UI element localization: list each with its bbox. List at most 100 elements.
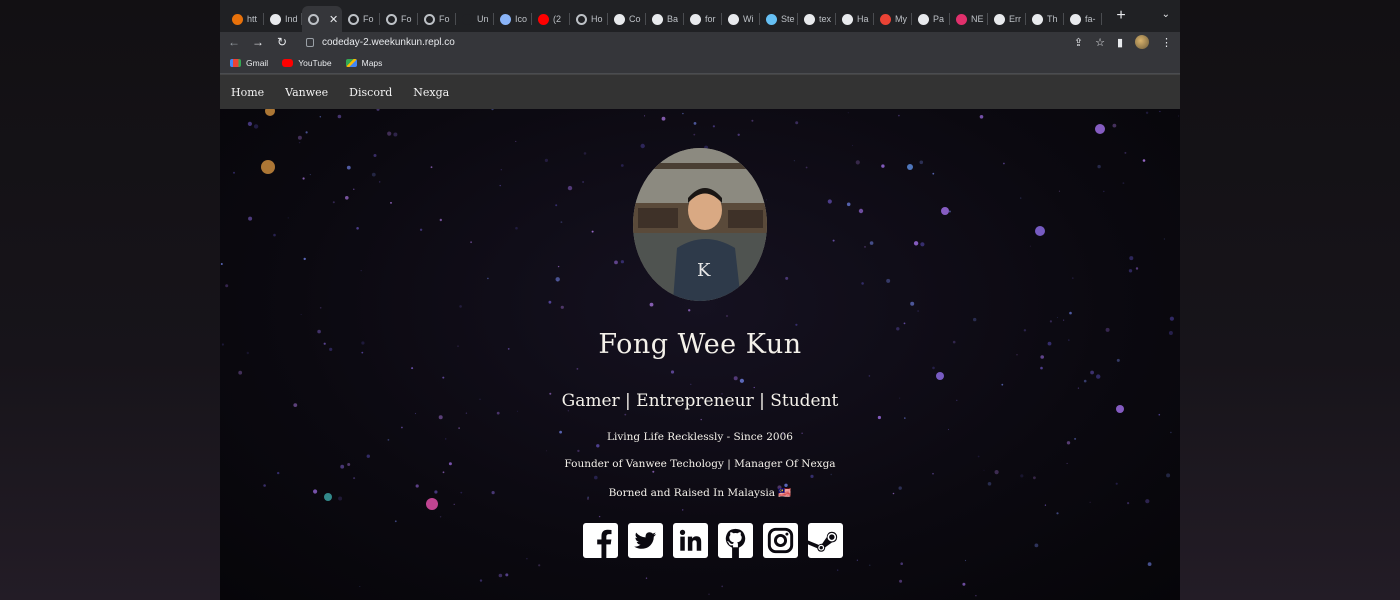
browser-tab[interactable]: Ste <box>760 6 798 32</box>
bookmark-gmail[interactable]: Gmail <box>230 58 268 68</box>
browser-tab[interactable]: Co <box>608 6 646 32</box>
forward-icon[interactable]: → <box>252 35 264 49</box>
nav-nexga[interactable]: Nexga <box>413 86 449 99</box>
tab-strip: htt Ind ✕ Fo Fo Fo Un Ico (2 Ho Co Ba for Wi Ste tex Ha M… <box>220 0 1180 32</box>
tab-label: Co <box>629 14 641 24</box>
tab-label: Pa <box>933 14 945 24</box>
tab-label: Ico <box>515 14 528 24</box>
browser-tab[interactable]: tex <box>798 6 836 32</box>
browser-tab[interactable]: (2 <box>532 6 570 32</box>
replit-icon <box>270 13 281 25</box>
sound-icon <box>232 13 243 25</box>
bookmark-youtube[interactable]: YouTube <box>282 57 332 68</box>
profile-photo: K <box>633 148 767 301</box>
browser-tab[interactable]: Un <box>456 6 494 32</box>
browser-tab[interactable]: Ico <box>494 6 532 32</box>
flag-icon <box>1070 13 1081 25</box>
back-icon[interactable]: ← <box>228 35 240 49</box>
maps-icon <box>345 58 357 67</box>
tab-close-icon[interactable]: ✕ <box>329 13 338 26</box>
menu-kebab-icon[interactable]: ⋮ <box>1161 36 1172 49</box>
instagram-icon[interactable] <box>763 523 798 558</box>
globe-icon <box>576 13 587 25</box>
social-links <box>583 523 843 558</box>
tab-label: Un <box>477 14 489 24</box>
browser-tab[interactable]: Wi <box>722 6 760 32</box>
new-tab-button[interactable]: + <box>1110 7 1132 25</box>
google-icon <box>690 13 701 25</box>
browser-tab[interactable]: Ba <box>646 6 684 32</box>
browser-tab[interactable]: NE <box>950 6 988 32</box>
twitter-icon[interactable] <box>628 523 663 558</box>
globe-icon <box>348 13 359 25</box>
browser-tab[interactable]: My <box>874 6 912 32</box>
github-icon[interactable] <box>718 523 753 558</box>
tab-label: My <box>895 14 907 24</box>
browser-tab[interactable]: Ha <box>836 6 874 32</box>
bookmark-label: Maps <box>361 57 383 68</box>
tab-list: htt Ind ✕ Fo Fo Fo Un Ico (2 Ho Co Ba for Wi Ste tex Ha M… <box>226 0 1102 32</box>
tab-label: Err <box>1009 14 1021 24</box>
browser-tab[interactable]: Pa <box>912 6 950 32</box>
browser-tab[interactable]: Th <box>1026 6 1064 32</box>
browser-tab[interactable]: Fo <box>342 6 380 32</box>
gmail-icon <box>230 58 241 67</box>
google-icon <box>728 13 739 25</box>
nav-vanwee[interactable]: Vanwee <box>285 86 328 99</box>
heart-icon <box>880 13 891 25</box>
youtube-icon <box>282 58 294 67</box>
globe-icon <box>386 13 397 25</box>
tab-label: Ha <box>857 14 869 24</box>
tab-label: Ind <box>285 14 298 24</box>
tab-label: Ba <box>667 14 679 24</box>
hero-name: Fong Wee Kun <box>598 329 802 360</box>
facebook-icon[interactable] <box>583 523 618 558</box>
bookmark-label: Gmail <box>246 57 269 68</box>
steam-icon[interactable] <box>808 523 843 558</box>
address-toolbar: ← → ↻ codeday-2.weekunkun.repl.co ⇪ ☆ ▮ … <box>220 32 1180 52</box>
google-icon <box>994 13 1005 25</box>
browser-tab[interactable]: Ind <box>264 6 302 32</box>
heart-outline-icon <box>500 13 511 25</box>
google-icon <box>804 13 815 25</box>
bookmark-maps[interactable]: Maps <box>345 57 383 68</box>
tab-label: Fo <box>401 14 412 24</box>
calendar-icon <box>652 13 663 25</box>
nav-home[interactable]: Home <box>231 86 264 99</box>
browser-tab[interactable]: htt <box>226 6 264 32</box>
tab-label: Th <box>1047 14 1058 24</box>
tab-label: tex <box>819 14 832 24</box>
tab-label: Ho <box>591 14 603 24</box>
tab-label: Ste <box>781 14 795 24</box>
side-panel-icon[interactable]: ▮ <box>1117 36 1123 49</box>
browser-tab[interactable]: Fo <box>380 6 418 32</box>
hero-section: K Fong Wee Kun Gamer | Entrepreneur | St… <box>220 109 1180 600</box>
address-bar[interactable]: codeday-2.weekunkun.repl.co <box>306 33 455 51</box>
instagram-icon <box>956 13 967 25</box>
browser-tab[interactable]: Fo <box>418 6 456 32</box>
svg-text:K: K <box>697 260 711 281</box>
hero-positions: Founder of Vanwee Techology | Manager Of… <box>564 458 836 470</box>
tab-label: NE <box>971 14 984 24</box>
linkedin-icon[interactable] <box>673 523 708 558</box>
reload-icon[interactable]: ↻ <box>276 35 288 49</box>
steam-icon <box>766 13 777 25</box>
toolbar-actions: ⇪ ☆ ▮ ⋮ <box>1074 35 1172 49</box>
tab-search-icon[interactable]: ⌄ <box>1162 9 1170 20</box>
browser-tab[interactable]: Ho <box>570 6 608 32</box>
browser-tab[interactable]: Err <box>988 6 1026 32</box>
globe-icon <box>308 13 319 25</box>
bookmarks-bar: Gmail YouTube Maps <box>220 52 1180 74</box>
browser-window: htt Ind ✕ Fo Fo Fo Un Ico (2 Ho Co Ba for Wi Ste tex Ha M… <box>220 0 1180 600</box>
tab-label: htt <box>247 14 258 24</box>
browser-tab[interactable]: ✕ <box>302 6 342 32</box>
site-navbar: Home Vanwee Discord Nexga <box>220 74 1180 109</box>
nav-discord[interactable]: Discord <box>349 86 392 99</box>
browser-tab[interactable]: for <box>684 6 722 32</box>
bookmark-label: YouTube <box>298 57 332 68</box>
globe-icon <box>424 13 435 25</box>
share-icon[interactable]: ⇪ <box>1074 36 1083 49</box>
browser-tab[interactable]: fa- <box>1064 6 1102 32</box>
profile-avatar[interactable] <box>1135 35 1149 49</box>
bookmark-star-icon[interactable]: ☆ <box>1095 36 1105 49</box>
